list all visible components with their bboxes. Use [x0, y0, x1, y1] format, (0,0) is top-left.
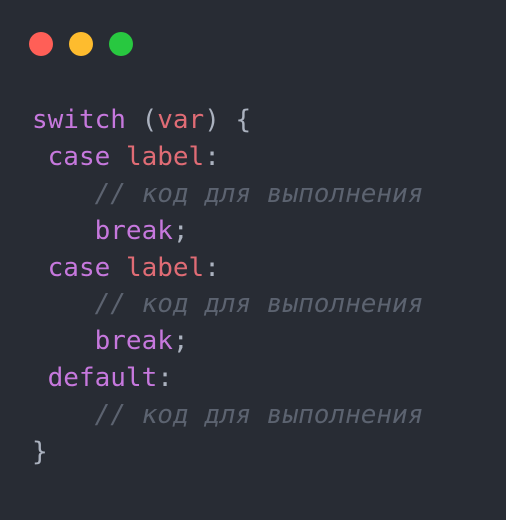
case-colon: : [204, 141, 220, 172]
default-keyword: default [47, 363, 158, 394]
switch-keyword: switch [32, 105, 126, 135]
semicolon: ; [172, 326, 189, 357]
switch-variable: var [157, 105, 205, 135]
code-line-break-1: break; [32, 213, 423, 250]
code-line-default: default: [32, 360, 423, 397]
code-line-case-1: case label: [32, 139, 423, 176]
code-line-closing-brace: } [32, 434, 423, 471]
code-line-comment-2: // код для выполнения [32, 286, 424, 323]
code-window: switch (var) { case label: // код для вы… [0, 0, 506, 520]
code-line-comment-1: // код для выполнения [32, 176, 424, 213]
closing-brace: } [32, 437, 48, 468]
close-button[interactable] [29, 32, 53, 56]
code-comment: // код для выполнения [94, 400, 424, 431]
code-comment: // код для выполнения [94, 289, 424, 320]
minimize-button[interactable] [69, 32, 93, 56]
code-line-case-2: case label: [32, 250, 423, 287]
case-label: label [125, 141, 205, 172]
case-keyword: case [47, 141, 111, 172]
close-paren-brace: ) { [204, 105, 252, 135]
code-comment: // код для выполнения [94, 178, 424, 209]
code-block: switch (var) { case label: // код для вы… [32, 102, 423, 471]
case-label: label [125, 252, 205, 283]
case-keyword: case [47, 252, 111, 283]
break-keyword: break [94, 215, 173, 246]
default-colon: : [157, 363, 173, 394]
case-colon: : [204, 252, 220, 283]
break-keyword: break [94, 326, 173, 357]
code-line-comment-3: // код для выполнения [32, 397, 424, 434]
code-line-switch: switch (var) { [32, 102, 423, 139]
semicolon: ; [172, 215, 189, 246]
open-paren: ( [125, 105, 158, 135]
code-line-break-2: break; [32, 323, 423, 360]
maximize-button[interactable] [109, 32, 133, 56]
